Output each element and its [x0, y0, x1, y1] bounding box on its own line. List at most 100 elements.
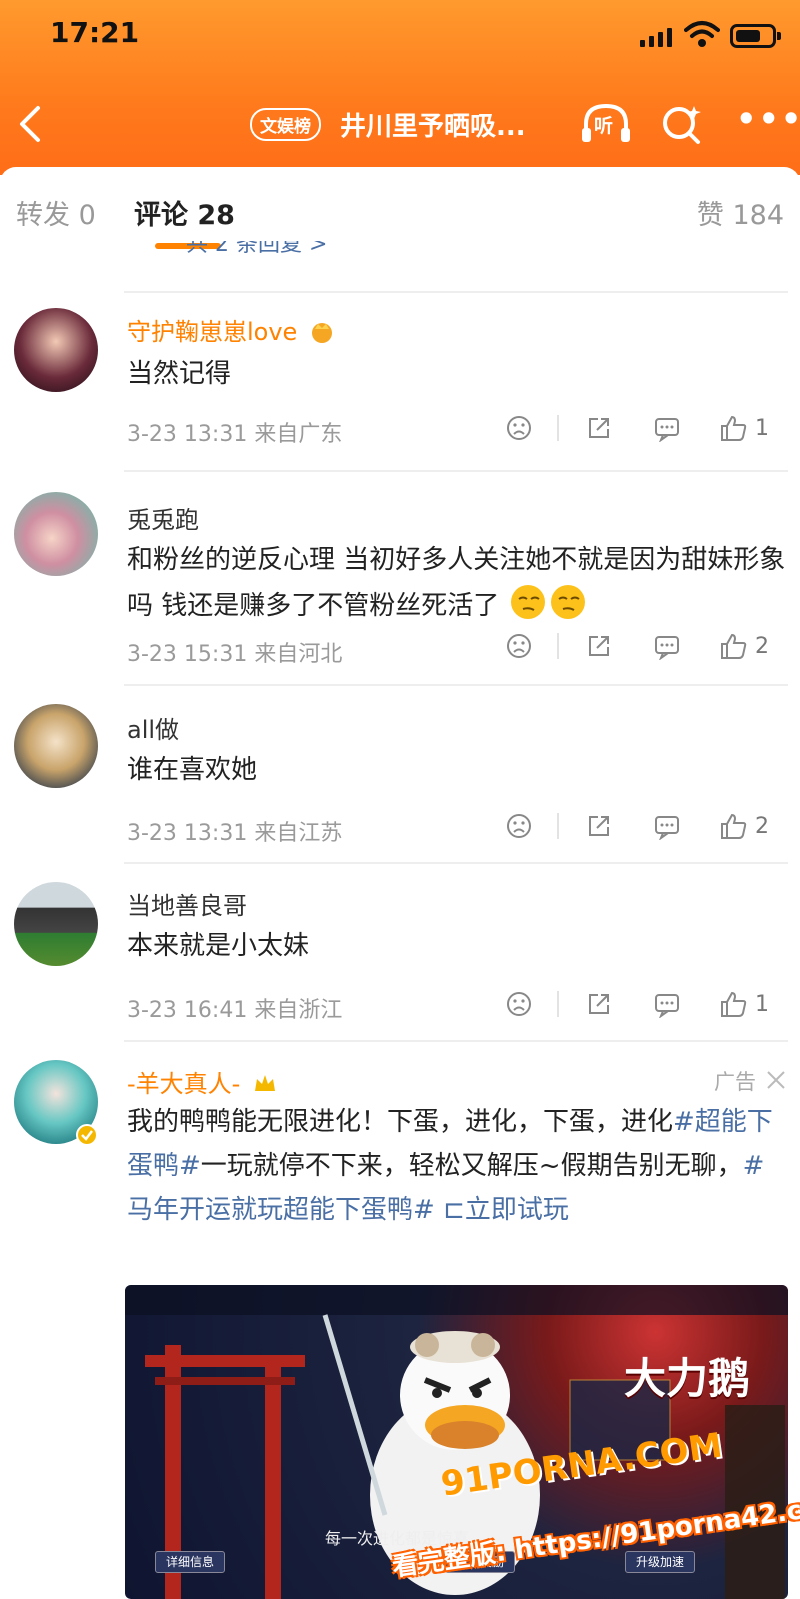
like-button[interactable]: 2	[719, 630, 769, 662]
back-arrow-icon[interactable]	[12, 104, 52, 144]
like-button[interactable]: 1	[719, 412, 769, 444]
comment-actions: 1	[505, 412, 795, 448]
share-icon	[589, 994, 609, 1014]
comment-meta: 3-23 13:31 来自广东	[127, 422, 343, 447]
share-icon	[589, 816, 609, 836]
status-time: 17:21	[50, 16, 140, 49]
reply-button[interactable]	[653, 412, 681, 444]
comment-username[interactable]: 守护鞠崽崽love	[127, 312, 335, 347]
ad-username[interactable]: -羊大真人-	[127, 1064, 278, 1099]
comment-actions: 2	[505, 810, 795, 846]
more-options-icon[interactable]: •••	[736, 103, 800, 144]
emoji-icon	[550, 585, 585, 619]
page-title[interactable]: 井川里予晒吸...	[340, 106, 526, 143]
like-icon	[721, 813, 747, 839]
tab-repost[interactable]: 转发 0	[16, 193, 96, 232]
ad-text: 我的鸭鸭能无限进化！下蛋，进化，下蛋，进化#超能下蛋鸭#一玩就停不下来，轻松又解…	[127, 1100, 787, 1232]
share-button[interactable]	[585, 630, 613, 662]
comment-text-content: 和粉丝的逆反心理 当初好多人关注她不就是因为甜妹形象吗 钱还是赚多了不管粉丝死活…	[127, 545, 786, 621]
verified-badge-icon	[76, 1124, 98, 1146]
like-icon	[721, 991, 747, 1017]
share-button[interactable]	[585, 412, 613, 444]
share-icon	[589, 636, 609, 656]
dislike-button[interactable]	[505, 810, 533, 842]
reply-count-link[interactable]: 共 2 条回复 >	[186, 241, 327, 257]
ad-label: 广告	[714, 1070, 756, 1094]
comment-actions: 2	[505, 630, 795, 666]
divider	[124, 470, 788, 472]
tab-bar: 转发 0 评论 28 赞 184	[0, 167, 800, 255]
divider	[124, 1040, 788, 1042]
tab-likes[interactable]: 赞 184	[697, 193, 784, 232]
action-separator	[557, 415, 559, 441]
comment-icon	[655, 636, 679, 660]
action-separator	[557, 633, 559, 659]
vip-crown-icon	[311, 323, 332, 343]
avatar[interactable]	[14, 882, 98, 966]
status-bar: 17:21	[0, 14, 800, 54]
try-now-link[interactable]: ⊏立即试玩	[443, 1195, 569, 1225]
reply-button[interactable]	[653, 988, 681, 1020]
comment-meta: 3-23 16:41 来自浙江	[127, 998, 343, 1023]
comment-actions: 1	[505, 988, 795, 1024]
comment-icon	[655, 994, 679, 1018]
action-separator	[557, 991, 559, 1017]
ad-image-title: 大力鹅	[623, 1354, 750, 1403]
vip-crown-icon	[254, 1075, 275, 1091]
dislike-icon	[507, 814, 531, 838]
comment-text: 和粉丝的逆反心理 当初好多人关注她不就是因为甜妹形象吗 钱还是赚多了不管粉丝死活…	[127, 538, 787, 628]
dislike-button[interactable]	[505, 412, 533, 444]
avatar[interactable]	[14, 704, 98, 788]
top-bar: 17:21 文娱榜 井川里予晒吸... 听 •••	[0, 0, 800, 175]
divider	[124, 291, 788, 293]
comment-username[interactable]: 当地善良哥	[127, 886, 247, 921]
wifi-icon	[684, 21, 720, 47]
cellular-signal-icon	[640, 28, 672, 47]
reply-button[interactable]	[653, 630, 681, 662]
like-count: 2	[755, 633, 769, 659]
divider	[124, 862, 788, 864]
avatar[interactable]	[14, 492, 98, 576]
dislike-icon	[507, 992, 531, 1016]
nav-bar: 文娱榜 井川里予晒吸... 听 •••	[0, 96, 800, 152]
topic-tag[interactable]: 文娱榜	[250, 108, 321, 141]
like-count: 1	[755, 415, 769, 441]
like-button[interactable]: 2	[719, 810, 769, 842]
username-text: -羊大真人-	[127, 1070, 241, 1098]
ad-detail-button[interactable]: 详细信息	[155, 1551, 226, 1573]
comment-text: 本来就是小太妹	[127, 931, 310, 961]
ad-upgrade-button[interactable]: 升级加速	[625, 1551, 696, 1573]
reply-button[interactable]	[653, 810, 681, 842]
comment-text: 当然记得	[127, 359, 232, 389]
dislike-icon	[507, 634, 531, 658]
comment-username[interactable]: all做	[127, 710, 179, 745]
share-icon	[589, 418, 609, 438]
listen-label: 听	[594, 115, 614, 137]
ad-text-part: 我的鸭鸭能无限进化！下蛋，进化，下蛋，进化	[127, 1107, 674, 1137]
like-count: 2	[755, 813, 769, 839]
battery-icon	[730, 24, 781, 48]
search-icon[interactable]	[660, 102, 704, 146]
comment-meta: 3-23 13:31 来自江苏	[127, 821, 343, 846]
like-button[interactable]: 1	[719, 988, 769, 1020]
comment-icon	[655, 816, 679, 840]
comment-username[interactable]: 兎兎跑	[127, 500, 199, 535]
like-icon	[721, 633, 747, 659]
close-icon[interactable]	[764, 1068, 788, 1092]
dislike-button[interactable]	[505, 988, 533, 1020]
like-icon	[721, 415, 747, 441]
dislike-icon	[507, 416, 531, 440]
action-separator	[557, 813, 559, 839]
avatar[interactable]	[14, 308, 98, 392]
dislike-button[interactable]	[505, 630, 533, 662]
listen-button[interactable]: 听	[580, 100, 632, 146]
comment-text: 谁在喜欢她	[127, 755, 258, 785]
like-count: 1	[755, 991, 769, 1017]
comment-meta: 3-23 15:31 来自河北	[127, 642, 343, 667]
share-button[interactable]	[585, 810, 613, 842]
emoji-icon	[510, 585, 545, 619]
divider	[124, 684, 788, 686]
comment-icon	[655, 418, 679, 442]
tab-comment[interactable]: 评论 28	[134, 193, 235, 232]
share-button[interactable]	[585, 988, 613, 1020]
